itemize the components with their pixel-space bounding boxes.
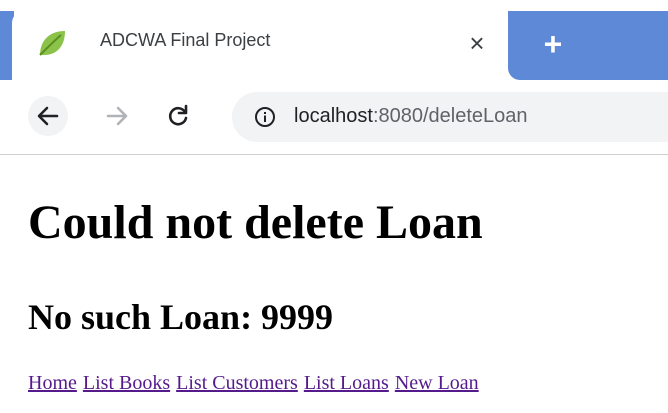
address-bar[interactable]: localhost:8080/deleteLoan — [232, 92, 668, 142]
url-host: localhost — [294, 105, 373, 127]
nav-links: Home List Books List Customers List Loans Ne… — [28, 372, 485, 395]
forward-button[interactable] — [97, 96, 137, 136]
back-button[interactable] — [28, 96, 68, 136]
url-path: :8080/deleteLoan — [372, 105, 528, 127]
link-list-loans[interactable]: List Loans — [304, 372, 389, 394]
url-text[interactable]: localhost:8080/deleteLoan — [294, 105, 528, 128]
link-list-customers[interactable]: List Customers — [176, 372, 298, 394]
browser-toolbar: localhost:8080/deleteLoan — [0, 80, 668, 155]
new-tab-button[interactable]: + — [533, 24, 573, 64]
link-new-loan[interactable]: New Loan — [395, 372, 479, 394]
reload-icon — [168, 104, 188, 126]
arrow-left-icon — [37, 106, 59, 126]
tab-title: ADCWA Final Project — [100, 30, 271, 50]
arrow-right-icon — [106, 106, 128, 126]
tab-strip-background — [508, 11, 668, 80]
spring-leaf-icon — [39, 31, 65, 56]
tab-strip: ADCWA Final Project × + — [0, 0, 668, 80]
reload-button[interactable] — [158, 96, 198, 136]
info-icon[interactable] — [254, 106, 276, 128]
tab-close-icon[interactable]: × — [465, 26, 489, 60]
page-content: Could not delete Loan No such Loan: 9999… — [0, 155, 668, 413]
error-message: No such Loan: 9999 — [28, 297, 334, 337]
link-list-books[interactable]: List Books — [83, 372, 170, 394]
link-home[interactable]: Home — [28, 372, 77, 394]
page-title: Could not delete Loan — [28, 196, 483, 249]
